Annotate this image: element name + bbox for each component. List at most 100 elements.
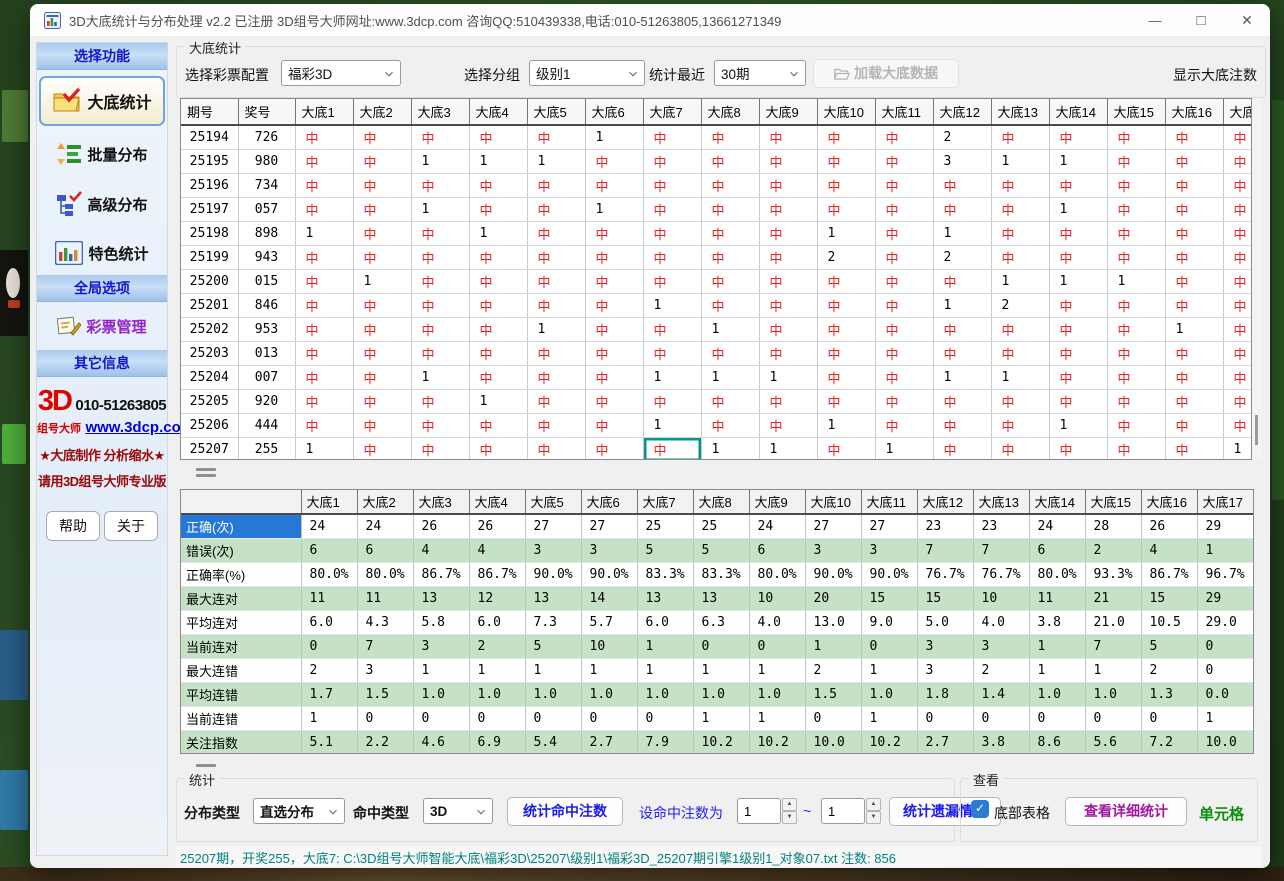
grid-cell[interactable]: 中 — [991, 125, 1049, 149]
stats-cell[interactable]: 3 — [525, 538, 581, 562]
prize-cell[interactable]: 898 — [238, 221, 295, 245]
stats-column-header[interactable]: 大底2 — [357, 490, 413, 514]
stats-cell[interactable]: 15 — [861, 586, 917, 610]
stats-cell[interactable]: 29 — [1197, 586, 1253, 610]
grid-cell[interactable]: 中 — [933, 197, 991, 221]
grid-cell[interactable]: 中 — [353, 341, 411, 365]
prize-cell[interactable]: 726 — [238, 125, 295, 149]
grid-cell[interactable]: 中 — [875, 389, 933, 413]
stats-cell[interactable]: 4 — [413, 538, 469, 562]
grid-column-header[interactable]: 奖号 — [238, 99, 295, 125]
stats-column-header[interactable]: 大底4 — [469, 490, 525, 514]
grid-cell[interactable]: 中 — [1165, 221, 1223, 245]
grid-cell[interactable]: 中 — [1165, 173, 1223, 197]
stats-cell[interactable]: 4.6 — [413, 730, 469, 754]
grid-cell[interactable]: 中 — [1107, 197, 1165, 221]
grid-cell[interactable]: 中 — [643, 197, 701, 221]
stats-cell[interactable]: 2 — [805, 658, 861, 682]
stats-row-label[interactable]: 关注指数 — [181, 730, 301, 754]
grid-cell[interactable]: 中 — [1165, 269, 1223, 293]
grid-cell[interactable]: 中 — [933, 317, 991, 341]
grid-cell[interactable]: 中 — [817, 365, 875, 389]
grid-cell[interactable]: 中 — [585, 221, 643, 245]
grid-cell[interactable]: 中 — [643, 389, 701, 413]
grid-cell[interactable]: 中 — [411, 125, 469, 149]
grid-cell[interactable]: 中 — [933, 437, 991, 460]
stats-cell[interactable]: 1 — [413, 658, 469, 682]
period-cell[interactable]: 25201 — [181, 293, 238, 317]
stats-cell[interactable]: 7 — [917, 538, 973, 562]
grid-cell[interactable]: 中 — [1049, 365, 1107, 389]
hits-to-stepper[interactable]: 1 ▲▼ — [821, 798, 881, 824]
grid-cell[interactable]: 中 — [817, 125, 875, 149]
stats-cell[interactable]: 9.0 — [861, 610, 917, 634]
stats-cell[interactable]: 76.7% — [917, 562, 973, 586]
stats-cell[interactable]: 1.0 — [749, 682, 805, 706]
grid-cell[interactable]: 中 — [295, 173, 353, 197]
grid-cell[interactable]: 中 — [353, 293, 411, 317]
grid-cell[interactable]: 中 — [585, 173, 643, 197]
stats-cell[interactable]: 14 — [581, 586, 637, 610]
grid-cell[interactable]: 中 — [527, 269, 585, 293]
grid-cell[interactable]: 1 — [643, 413, 701, 437]
stats-cell[interactable]: 1.0 — [693, 682, 749, 706]
grid-cell[interactable]: 1 — [643, 293, 701, 317]
grid-cell[interactable]: 中 — [411, 413, 469, 437]
stats-cell[interactable]: 80.0% — [357, 562, 413, 586]
grid-vertical-scrollbar[interactable] — [1252, 98, 1262, 460]
stats-cell[interactable]: 13 — [693, 586, 749, 610]
stats-row-label[interactable]: 错误(次) — [181, 538, 301, 562]
stats-cell[interactable]: 1.7 — [301, 682, 357, 706]
grid-cell[interactable]: 1 — [933, 365, 991, 389]
grid-cell[interactable]: 中 — [1107, 173, 1165, 197]
grid-column-header[interactable]: 大底14 — [1049, 99, 1107, 125]
stats-column-header[interactable]: 大底3 — [413, 490, 469, 514]
grid-cell[interactable]: 中 — [817, 389, 875, 413]
stats-cell[interactable]: 3.8 — [1029, 610, 1085, 634]
grid-cell[interactable]: 中 — [759, 245, 817, 269]
stats-cell[interactable]: 10.5 — [1141, 610, 1197, 634]
grid-cell[interactable]: 1 — [1107, 269, 1165, 293]
grid-cell[interactable]: 中 — [527, 221, 585, 245]
grid-cell[interactable]: 中 — [875, 341, 933, 365]
grid-column-header[interactable]: 大底2 — [353, 99, 411, 125]
grid-cell[interactable]: 1 — [585, 125, 643, 149]
stats-cell[interactable]: 93.3% — [1085, 562, 1141, 586]
hits-to-value[interactable]: 1 — [821, 798, 865, 824]
grid-cell[interactable]: 中 — [1049, 173, 1107, 197]
stats-cell[interactable]: 2.7 — [581, 730, 637, 754]
grid-cell[interactable]: 中 — [1107, 125, 1165, 149]
stats-cell[interactable]: 83.3% — [693, 562, 749, 586]
stats-cell[interactable]: 80.0% — [301, 562, 357, 586]
stats-cell[interactable]: 1 — [1197, 538, 1253, 562]
grid-cell[interactable]: 中 — [817, 269, 875, 293]
grid-cell[interactable]: 中 — [991, 341, 1049, 365]
grid-column-header[interactable]: 大底1 — [295, 99, 353, 125]
stats-cell[interactable]: 10.0 — [1197, 730, 1253, 754]
spin-down-icon[interactable]: ▼ — [782, 811, 797, 824]
stats-cell[interactable]: 3 — [973, 634, 1029, 658]
stats-cell[interactable]: 4 — [1141, 538, 1197, 562]
stats-cell[interactable]: 5 — [637, 538, 693, 562]
grid-cell[interactable]: 中 — [1107, 317, 1165, 341]
grid-cell[interactable]: 中 — [585, 341, 643, 365]
stats-column-header[interactable]: 大底16 — [1141, 490, 1197, 514]
grid-column-header[interactable]: 大底15 — [1107, 99, 1165, 125]
grid-cell[interactable]: 中 — [585, 149, 643, 173]
period-cell[interactable]: 25199 — [181, 245, 238, 269]
stats-cell[interactable]: 1 — [637, 658, 693, 682]
grid-cell[interactable]: 中 — [701, 269, 759, 293]
load-data-button[interactable]: 加载大底数据 — [813, 59, 959, 88]
stats-cell[interactable]: 25 — [637, 514, 693, 538]
stats-cell[interactable]: 27 — [525, 514, 581, 538]
stats-cell[interactable]: 21 — [1085, 586, 1141, 610]
stats-cell[interactable]: 1 — [1085, 658, 1141, 682]
stats-cell[interactable]: 4.0 — [973, 610, 1029, 634]
stats-cell[interactable]: 6.0 — [637, 610, 693, 634]
prize-cell[interactable]: 057 — [238, 197, 295, 221]
grid-cell[interactable]: 中 — [295, 125, 353, 149]
grid-cell[interactable]: 中 — [527, 197, 585, 221]
grid-cell[interactable]: 中 — [411, 245, 469, 269]
stats-cell[interactable]: 80.0% — [1029, 562, 1085, 586]
grid-cell[interactable]: 中 — [701, 125, 759, 149]
